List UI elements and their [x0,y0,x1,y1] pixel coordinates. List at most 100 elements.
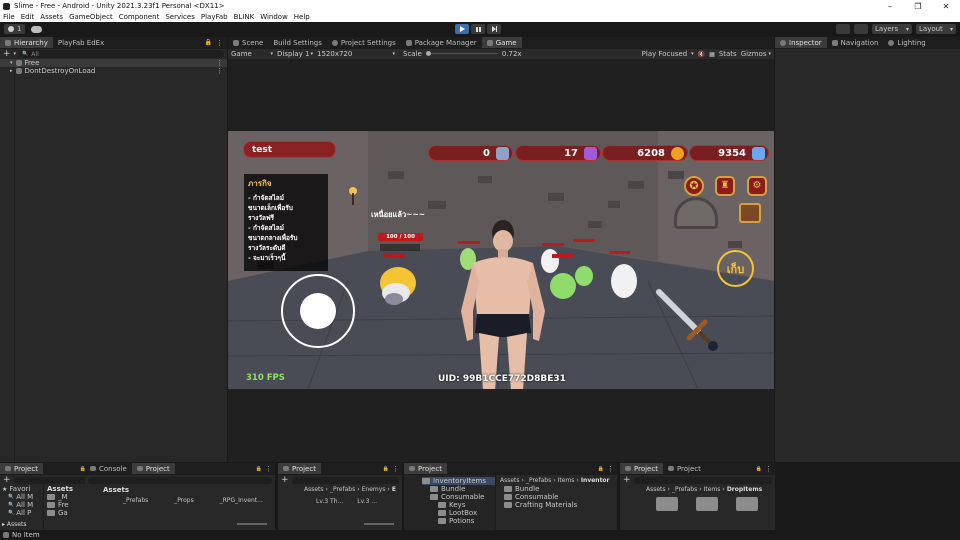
add-icon[interactable]: + [3,49,11,59]
hierarchy-item-dontdestroyonload[interactable]: ▸ DontDestroyOnLoad ⋮ [0,67,227,75]
scale-slider-handle[interactable] [425,51,431,56]
tab-package-manager[interactable]: Package Manager [401,37,482,48]
resolution-dropdown[interactable]: 1520x720 ▾ [317,50,395,58]
project-search[interactable] [88,476,272,484]
tree-item[interactable]: LootBox [422,509,495,517]
list-item[interactable]: Bundle [500,485,617,493]
history-icon[interactable] [836,24,850,34]
asset-folder[interactable]: _Prefabs [123,497,148,504]
tab-project[interactable]: Project [404,463,447,474]
sword-attack-button[interactable] [653,286,723,356]
star-button[interactable]: ✪ [684,176,704,196]
virtual-joystick[interactable] [281,274,355,348]
tab-build-settings[interactable]: Build Settings [268,37,327,48]
castle-button[interactable]: ♜ [715,176,735,196]
menu-gameobject[interactable]: GameObject [69,13,113,21]
tree-item[interactable]: Keys [422,501,495,509]
search-icon[interactable] [854,24,868,34]
play-mode-dropdown[interactable]: Play Focused ▾ [642,50,694,58]
minimize-button[interactable]: – [876,2,904,11]
stats-button[interactable]: Stats [719,50,737,58]
tab-project[interactable]: Project [131,463,175,474]
game-viewport[interactable]: test 0 17 6208 9354 ภารกิจ - กำจัดสไลม์ … [228,131,774,389]
tab-project[interactable]: Project [278,463,321,474]
tab-navigation[interactable]: Navigation [827,37,884,48]
shortcuts-icon[interactable]: ▦ [709,51,715,58]
add-icon[interactable]: + [3,475,11,485]
favorite-item[interactable]: 🔍 All M [2,501,43,509]
project-search[interactable] [291,476,399,484]
breadcrumb-item[interactable]: Enemys [362,486,386,493]
tab-project-settings[interactable]: Project Settings [327,37,401,48]
tab-project[interactable]: Project [663,463,706,474]
lock-icon[interactable]: 🔒 [205,39,212,46]
folder-icon[interactable] [736,497,758,511]
breadcrumb-item[interactable]: Items [558,477,575,484]
breadcrumb-item[interactable]: E [392,486,396,493]
more-options-icon[interactable]: ⋮ [216,67,223,75]
close-button[interactable]: ✕ [932,2,960,11]
layers-dropdown[interactable]: Layers ▾ [872,24,912,34]
maximize-button[interactable]: ❐ [904,2,932,11]
menu-edit[interactable]: Edit [21,13,35,21]
add-icon[interactable]: + [623,475,631,485]
menu-blink[interactable]: BLINK [234,13,255,21]
expand-arrow-icon[interactable]: ▾ [10,60,13,66]
lock-icon[interactable]: 🔒 [756,466,762,472]
tab-project[interactable]: Project [0,463,43,474]
folder-icon[interactable] [696,497,718,511]
treasure-chest-button[interactable] [739,203,761,223]
collect-button[interactable]: เก็บ [717,250,754,287]
breadcrumb-item[interactable]: _Prefabs [330,486,355,493]
zoom-slider[interactable] [237,523,267,525]
layout-dropdown[interactable]: Layout ▾ [916,24,956,34]
hierarchy-search[interactable]: 🔍 All [19,50,224,58]
more-options-icon[interactable]: ⋮ [607,465,614,473]
breadcrumb-item[interactable]: Assets [646,486,666,493]
add-icon[interactable]: + [281,475,289,485]
zoom-slider[interactable] [364,523,394,525]
lock-icon[interactable]: 🔒 [383,466,389,472]
menu-file[interactable]: File [3,13,15,21]
play-button[interactable] [455,24,469,34]
mute-audio-icon[interactable]: 🔇 [698,51,705,58]
breadcrumb-item[interactable]: Assets [304,486,324,493]
favorites-header[interactable]: ★ Favori [2,485,43,493]
project-search[interactable] [13,476,96,484]
asset-prefab[interactable]: Lv.3 Th... [316,498,343,505]
asset-folder[interactable]: _RPG_Invent... [220,497,263,504]
hierarchy-item-free[interactable]: ▾ Free ⋮ [0,59,227,67]
lock-icon[interactable]: 🔒 [256,466,262,472]
list-item[interactable]: Crafting Materials [500,501,617,509]
lock-icon[interactable]: 🔒 [598,466,604,472]
joystick-knob[interactable] [300,293,336,329]
tab-game[interactable]: Game [481,37,522,48]
more-options-icon[interactable]: ⋮ [392,465,399,473]
menu-services[interactable]: Services [165,13,195,21]
display-dropdown[interactable]: Display 1 ▾ [277,50,313,58]
breadcrumb-item[interactable]: _Prefabs [526,477,551,484]
list-item[interactable]: Consumable [500,493,617,501]
more-options-icon[interactable]: ⋮ [265,465,272,473]
tab-console[interactable]: Console [85,463,132,474]
more-options-icon[interactable]: ⋮ [216,59,223,67]
asset-folder[interactable]: _Props [174,497,193,504]
gizmos-dropdown[interactable]: Gizmos ▾ [741,50,771,58]
favorite-item[interactable]: 🔍 All M [2,493,43,501]
menu-window[interactable]: Window [260,13,288,21]
menu-assets[interactable]: Assets [40,13,63,21]
more-options-icon[interactable]: ⋮ [765,465,772,473]
menu-playfab[interactable]: PlayFab [201,13,228,21]
breadcrumb-item[interactable]: Assets [500,477,520,484]
breadcrumb-assets[interactable]: Assets [103,486,129,494]
tab-scene[interactable]: Scene [228,37,268,48]
account-dropdown[interactable]: 1 [4,24,26,34]
menu-help[interactable]: Help [294,13,310,21]
breadcrumb-item[interactable]: Inventor [581,477,610,484]
settings-button[interactable]: ⚙ [747,176,767,196]
breadcrumb-item[interactable]: Items [704,486,721,493]
tab-lighting[interactable]: Lighting [883,37,930,48]
tree-item[interactable]: Potions [422,517,495,525]
tab-project[interactable]: Project [620,463,663,474]
expand-arrow-icon[interactable]: ▸ [10,68,13,74]
